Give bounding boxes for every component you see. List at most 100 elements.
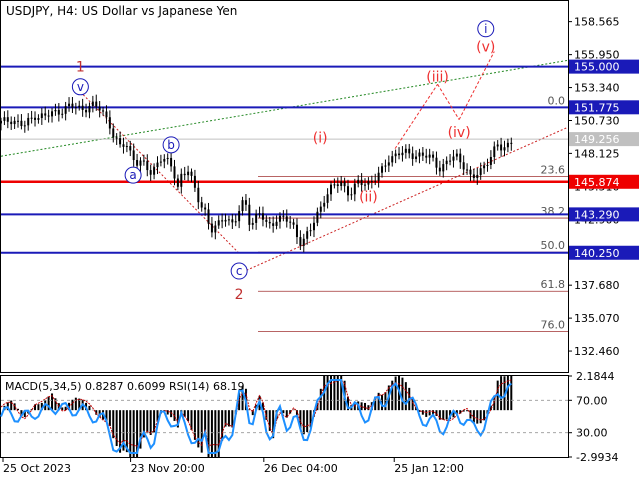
candle-body [217,220,220,226]
candle-body [13,120,16,125]
candle-body [462,162,465,170]
candle-body [289,221,292,223]
wave-label: v [77,80,84,94]
candle-body [64,106,67,114]
candle-body [278,215,281,222]
candle-body [248,204,251,225]
candle-body [347,186,350,196]
candle-body [401,152,404,156]
candle-body [323,202,326,207]
candle-body [51,111,54,117]
wave-label: a [129,168,136,182]
candle-body [261,213,264,220]
time-tick-label: 23 Nov 20:00 [131,462,205,475]
candle-body [506,142,509,148]
candle-body [251,222,254,225]
candle-body [139,160,142,166]
candle-body [272,223,275,226]
candle-body [105,111,108,118]
candle-body [6,117,9,122]
candle-body [469,169,472,175]
candle-body [17,120,20,122]
candle-body [309,230,312,232]
candle-body [37,118,40,120]
current-price-label: 149.256 [574,133,620,146]
candle-body [10,121,13,125]
candle-body [132,150,135,161]
candle-body [0,120,2,124]
candle-body [115,137,118,139]
candle-body [384,165,387,167]
candle-body [282,215,285,217]
price-tick-label: 150.730 [574,115,620,128]
level-label: 145.874 [574,176,620,189]
candle-body [227,219,230,221]
candle-body [210,223,213,233]
candle-body [207,209,210,224]
candle-body [44,113,47,116]
wave-label: b [167,138,175,152]
candle-body [510,142,513,144]
candle-body [292,222,295,225]
candle-body [129,146,132,151]
candle-body [91,101,94,106]
candle-body [343,181,346,187]
wave-label: (v) [476,39,495,55]
indicator-tick-label: -2.9934 [576,451,618,464]
wave-label: i [484,22,487,36]
candle-body [166,157,169,159]
wave-label: (i) [313,130,328,146]
candle-body [71,103,74,108]
fib-label: 61.8 [541,278,566,291]
candle-body [302,238,305,246]
candle-body [193,175,196,188]
candle-body [340,181,343,186]
price-tick-label: 158.565 [574,16,620,29]
candle-body [149,170,152,175]
candle-body [47,115,50,117]
candle-body [445,160,448,165]
fib-label: 76.0 [541,319,566,332]
candle-body [404,148,407,153]
candle-body [85,109,88,113]
indicator-title: MACD(5,34,5) 0.8287 0.6099 RSI(14) 68.19 [5,380,244,393]
candle-body [61,113,64,115]
candle-body [411,153,414,159]
candle-body [238,211,241,222]
candle-body [214,225,217,233]
candle-body [102,110,105,112]
candle-body [496,144,499,147]
candle-body [30,117,33,119]
candle-body [285,216,288,222]
candle-body [57,109,60,115]
candle-body [374,180,377,182]
chart-title: USDJPY, H4: US Dollar vs Japanese Yen [6,4,237,18]
fib-label: 38.2 [541,205,566,218]
candle-body [394,153,397,157]
candle-body [364,184,367,186]
candle-body [255,213,258,223]
candle-body [421,152,424,156]
candle-body [326,194,329,203]
candle-body [74,107,77,109]
candle-body [367,181,370,185]
wave-label: 2 [235,287,244,303]
time-tick-label: 25 Oct 2023 [3,462,71,475]
wave-label: c [236,264,243,278]
candle-body [95,101,98,107]
candle-body [231,219,234,223]
candle-body [295,224,298,238]
candle-body [27,117,30,126]
candle-body [415,156,418,159]
candle-body [224,219,227,222]
candle-body [418,152,421,157]
price-axis: 158.565155.950153.340150.730148.125145.5… [568,16,639,358]
time-tick-label: 25 Jan 12:00 [394,462,464,475]
candle-body [88,105,91,113]
candle-body [449,160,452,162]
candle-body [333,184,336,186]
candle-body [500,144,503,151]
candle-body [221,220,224,222]
time-axis: 25 Oct 2023 23 Nov 20:00 26 Dec 04:00 25 Ja… [2,458,464,475]
wave-label: (ii) [359,190,378,206]
